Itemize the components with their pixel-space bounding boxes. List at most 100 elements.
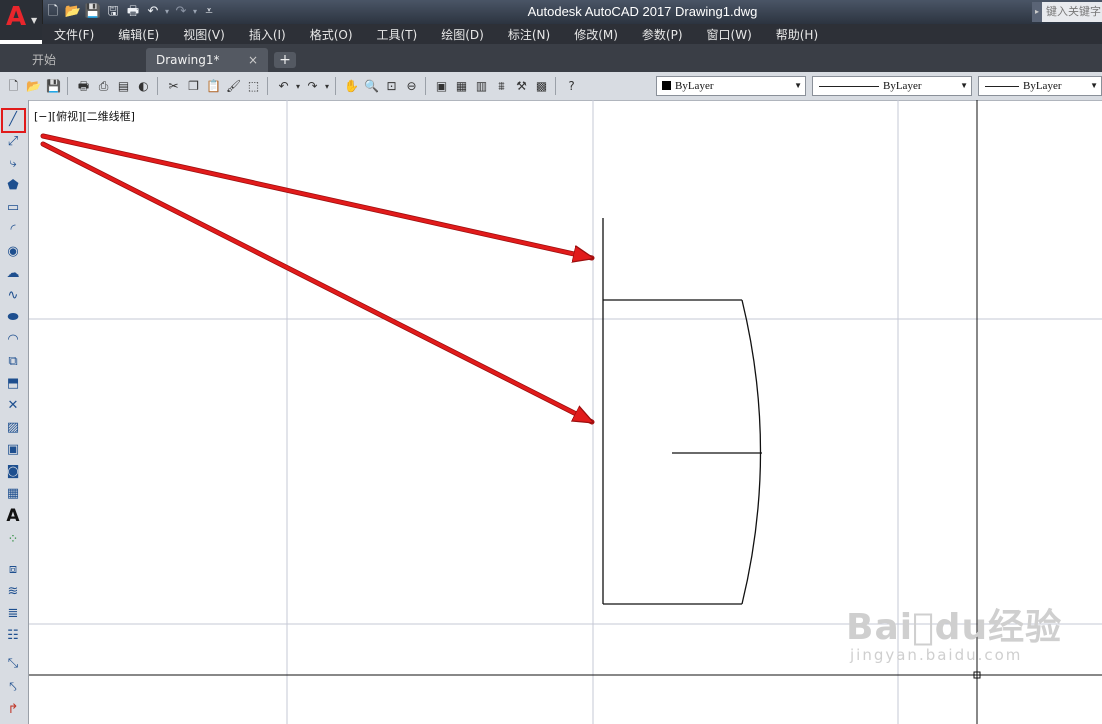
open-icon[interactable]: 📂 (24, 77, 43, 96)
save-as-icon[interactable]: 🖫 (104, 3, 122, 21)
save-icon[interactable]: 💾 (84, 3, 102, 21)
layer-isolate-icon[interactable]: ≣ (3, 604, 23, 624)
undo-icon[interactable]: ↶ (274, 77, 293, 96)
tab-start[interactable]: 开始 (14, 48, 142, 72)
copy-icon[interactable]: ❐ (184, 77, 203, 96)
ellipse-arc-icon[interactable]: ◠ (3, 330, 23, 350)
hatch-icon[interactable]: ▨ (3, 418, 23, 438)
3d-print-icon[interactable]: ◐ (134, 77, 153, 96)
arc-icon[interactable]: ◜ (3, 220, 23, 240)
color-select-value: ByLayer (675, 80, 714, 92)
cut-icon[interactable]: ✂ (164, 77, 183, 96)
ellipse-icon[interactable]: ⬬ (3, 308, 23, 328)
revision-cloud-icon[interactable]: ☁ (3, 264, 23, 284)
tab-drawing1-label: Drawing1* (156, 53, 220, 67)
new-file-icon[interactable]: 🗋 (44, 3, 62, 21)
application-menu-button[interactable]: A ▼ (0, 0, 43, 40)
print-icon[interactable]: 🖶 (124, 3, 142, 21)
search-scroll-icon[interactable]: ▸ (1032, 2, 1042, 22)
chevron-down-icon: ▼ (1090, 81, 1098, 90)
redo-icon[interactable]: ↷ (172, 3, 190, 21)
markup-icon[interactable]: ⚒ (512, 77, 531, 96)
construction-line-icon[interactable]: ⤢ (3, 132, 23, 152)
menu-modify[interactable]: 修改(M) (574, 26, 618, 43)
plot-icon[interactable]: 🖶 (74, 77, 93, 96)
leader-icon[interactable]: ↱ (3, 700, 23, 720)
standard-toolbar-icons: 🗋 📂 💾 🖶 ⎙ ▤ ◐ ✂ ❐ 📋 🖌 ⬚ ↶ ▾ ↷ ▾ ✋ 🔍 ⊡ ⊖ … (4, 76, 581, 96)
zoom-previous-icon[interactable]: ⊖ (402, 77, 421, 96)
gradient-icon[interactable]: ▣ (3, 440, 23, 460)
annotation-arrow-lower (41, 142, 592, 424)
add-selected-icon[interactable]: ⁘ (3, 530, 23, 550)
viewport-controls[interactable]: [−][俯视][二维线框] (34, 108, 135, 124)
calculator-icon[interactable]: ▩ (532, 77, 551, 96)
polygon-icon[interactable]: ⬟ (3, 176, 23, 196)
menu-file[interactable]: 文件(F) (54, 26, 94, 43)
menu-edit[interactable]: 编辑(E) (118, 26, 159, 43)
layer-tool-icon[interactable]: ⧈ (3, 560, 23, 580)
sheet-set-icon[interactable]: ⩩ (492, 77, 511, 96)
baidu-logo: Bai⃝du经验 (846, 607, 1063, 648)
undo-dropdown-icon[interactable]: ▾ (164, 3, 170, 21)
circle-icon[interactable]: ◉ (3, 242, 23, 262)
toolbar-divider (267, 77, 273, 95)
make-block-icon[interactable]: ⬒ (3, 374, 23, 394)
open-folder-icon[interactable]: 📂 (64, 3, 82, 21)
chevron-down-icon: ▼ (960, 81, 968, 90)
chevron-down-icon: ▼ (794, 81, 802, 90)
menu-dimension[interactable]: 标注(N) (508, 26, 550, 43)
menu-tools[interactable]: 工具(T) (377, 26, 418, 43)
drawn-arc[interactable] (741, 299, 762, 605)
new-tab-button[interactable]: + (274, 52, 296, 68)
toolbar-divider (157, 77, 163, 95)
menu-window[interactable]: 窗口(W) (707, 26, 752, 43)
publish-icon[interactable]: ▤ (114, 77, 133, 96)
customize-toolbar-icon[interactable]: ⩡ (200, 3, 218, 21)
spline-icon[interactable]: ∿ (3, 286, 23, 306)
tab-drawing1[interactable]: Drawing1* × (146, 48, 268, 72)
menu-draw[interactable]: 绘图(D) (441, 26, 484, 43)
pan-icon[interactable]: ✋ (342, 77, 361, 96)
undo-dropdown-icon[interactable]: ▾ (294, 77, 302, 96)
paste-icon[interactable]: 📋 (204, 77, 223, 96)
menu-help[interactable]: 帮助(H) (776, 26, 818, 43)
undo-icon[interactable]: ↶ (144, 3, 162, 21)
save-icon[interactable]: 💾 (44, 77, 63, 96)
help-icon[interactable]: ? (562, 77, 581, 96)
new-icon[interactable]: 🗋 (4, 77, 23, 96)
tool-palettes-icon[interactable]: ▥ (472, 77, 491, 96)
linetype-preview (819, 86, 879, 87)
zoom-realtime-icon[interactable]: 🔍 (362, 77, 381, 96)
layer-freeze-icon[interactable]: ☷ (3, 626, 23, 646)
match-properties-icon[interactable]: 🖌 (224, 77, 243, 96)
block-editor-icon[interactable]: ⬚ (244, 77, 263, 96)
menu-format[interactable]: 格式(O) (310, 26, 353, 43)
rectangle-icon[interactable]: ▭ (3, 198, 23, 218)
menu-parametric[interactable]: 参数(P) (642, 26, 683, 43)
dimension-aligned-icon[interactable]: ⤣ (3, 678, 23, 698)
polyline-icon[interactable]: ⤷ (3, 154, 23, 174)
design-center-icon[interactable]: ▦ (452, 77, 471, 96)
color-select[interactable]: ByLayer ▼ (656, 76, 806, 96)
multiline-text-icon[interactable]: A (3, 506, 23, 526)
redo-icon[interactable]: ↷ (303, 77, 322, 96)
menu-view[interactable]: 视图(V) (183, 26, 225, 43)
linetype-select-value: ByLayer (883, 80, 922, 92)
redo-dropdown-icon[interactable]: ▾ (323, 77, 331, 96)
zoom-window-icon[interactable]: ⊡ (382, 77, 401, 96)
close-icon[interactable]: × (248, 48, 258, 72)
menu-insert[interactable]: 插入(I) (249, 26, 286, 43)
dimension-linear-icon[interactable]: ⤡ (3, 654, 23, 674)
region-icon[interactable]: ◙ (3, 462, 23, 482)
properties-icon[interactable]: ▣ (432, 77, 451, 96)
insert-block-icon[interactable]: ⧉ (3, 352, 23, 372)
layer-state-icon[interactable]: ≋ (3, 582, 23, 602)
annotation-arrow-upper (41, 134, 592, 258)
linetype-select[interactable]: ByLayer ▼ (812, 76, 972, 96)
plot-preview-icon[interactable]: ⎙ (94, 77, 113, 96)
redo-dropdown-icon[interactable]: ▾ (192, 3, 198, 21)
point-icon[interactable]: ✕ (3, 396, 23, 416)
search-input[interactable]: 键入关键字 (1042, 2, 1102, 22)
table-icon[interactable]: ▦ (3, 484, 23, 504)
lineweight-select[interactable]: ByLayer ▼ (978, 76, 1102, 96)
